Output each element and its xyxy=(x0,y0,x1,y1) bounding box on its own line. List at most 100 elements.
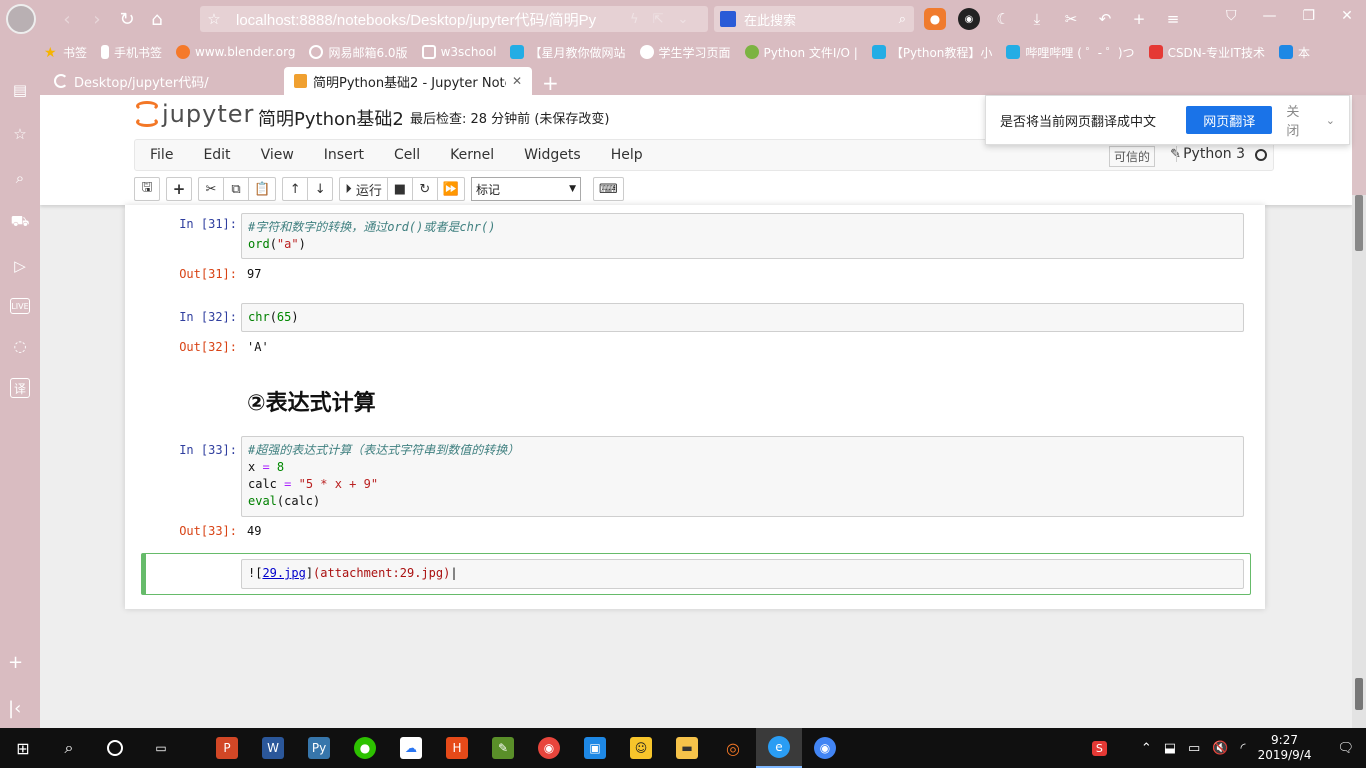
translate-close-button[interactable]: 关闭 xyxy=(1286,101,1311,139)
bookmark-item[interactable]: 【星月教你做网站 xyxy=(510,44,626,61)
battery-icon[interactable]: ▭ xyxy=(1188,741,1200,756)
cell-type-select[interactable]: 标记 ▼ xyxy=(471,177,582,201)
task-view-button[interactable]: ▭ xyxy=(138,728,184,768)
scrollbar-thumb[interactable] xyxy=(1355,678,1363,710)
page-scrollbar[interactable] xyxy=(1352,195,1366,728)
user-avatar[interactable] xyxy=(6,4,36,34)
wifi-icon[interactable]: ◜ xyxy=(1241,741,1246,756)
new-tab-button[interactable]: + xyxy=(532,71,569,95)
menu-view[interactable]: View xyxy=(246,147,309,163)
plus-icon[interactable]: + xyxy=(1128,8,1150,30)
restart-button[interactable]: ↻ xyxy=(411,177,438,201)
notification-icon[interactable]: 🗨 xyxy=(1337,741,1354,756)
search-icon[interactable]: ⌕ xyxy=(8,166,32,190)
active-markdown-cell[interactable]: ![29.jpg](attachment:29.jpg)| xyxy=(141,553,1251,595)
notepad-app[interactable]: ✎ xyxy=(480,728,526,768)
tray-app-icon[interactable]: ⬓ xyxy=(1164,741,1176,756)
minimize-icon[interactable]: — xyxy=(1263,8,1277,24)
paste-button[interactable]: 📋 xyxy=(248,177,277,201)
notes-icon[interactable]: ▤ xyxy=(8,78,32,102)
bookmark-item[interactable]: 【Python教程】小 xyxy=(871,44,992,61)
translate-button[interactable]: 网页翻译 xyxy=(1186,106,1273,134)
move-down-button[interactable]: ↓ xyxy=(307,177,334,201)
markdown-heading[interactable]: ②表达式计算 xyxy=(247,385,376,417)
volume-icon[interactable]: 🔇 xyxy=(1212,741,1228,756)
save-button[interactable]: 🖫 xyxy=(134,177,160,201)
bookmark-item[interactable]: Python 文件I/O | xyxy=(744,44,858,61)
command-palette-button[interactable]: ⌨ xyxy=(593,177,624,201)
chat-icon[interactable]: ◌ xyxy=(8,334,32,358)
tab-close-icon[interactable]: ✕ xyxy=(512,74,522,88)
bookmark-item[interactable]: CSDN-专业IT技术 xyxy=(1148,44,1265,61)
move-up-button[interactable]: ↑ xyxy=(282,177,309,201)
night-mode-icon[interactable]: ☾ xyxy=(992,8,1014,30)
cart-icon[interactable]: ⛟ xyxy=(8,210,32,234)
chevron-down-icon[interactable]: ⌄ xyxy=(1326,114,1335,127)
restore-icon[interactable]: ❐ xyxy=(1303,8,1316,24)
code-input[interactable]: #超强的表达式计算（表达式字符串到数值的转换） x = 8 calc = "5 … xyxy=(241,436,1244,517)
scrollbar-overview[interactable] xyxy=(1355,195,1363,251)
back-button[interactable]: ‹ xyxy=(52,4,82,34)
search-engine-icon[interactable] xyxy=(720,11,736,27)
search-taskbar-button[interactable]: ⌕ xyxy=(46,728,92,768)
menu-edit[interactable]: Edit xyxy=(188,147,245,163)
notebook-name[interactable]: 简明Python基础2 xyxy=(258,105,404,131)
bookmark-item[interactable]: w3school xyxy=(421,45,496,59)
menu-icon[interactable]: ≡ xyxy=(1162,8,1184,30)
baidu-netdisk-app[interactable]: ☁ xyxy=(388,728,434,768)
powerpoint-app[interactable]: P xyxy=(204,728,250,768)
pin-icon[interactable]: ⛉ xyxy=(1226,8,1237,24)
interrupt-button[interactable]: ■ xyxy=(386,177,413,201)
start-button[interactable]: ⊞ xyxy=(0,728,46,768)
scissors-icon[interactable]: ✂ xyxy=(1060,8,1082,30)
code-input[interactable]: #字符和数字的转换，通过ord()或者是chr() ord("a") xyxy=(241,213,1244,259)
insert-cell-button[interactable]: + xyxy=(166,177,192,201)
markdown-editor[interactable]: ![29.jpg](attachment:29.jpg)| xyxy=(241,559,1244,589)
jupyter-app[interactable]: ◎ xyxy=(710,728,756,768)
word-app[interactable]: W xyxy=(250,728,296,768)
menu-kernel[interactable]: Kernel xyxy=(435,147,509,163)
bookmark-item[interactable]: 手机书签 xyxy=(101,44,162,61)
video-icon[interactable]: ▷ xyxy=(8,254,32,278)
bookmark-item[interactable]: 哔哩哔哩 ( ゜- ゜)つ xyxy=(1006,44,1135,61)
collapse-sidebar-icon[interactable]: |‹ xyxy=(8,698,21,719)
menu-help[interactable]: Help xyxy=(596,147,658,163)
cortana-button[interactable] xyxy=(92,728,138,768)
bookmark-item[interactable]: www.blender.org xyxy=(176,45,295,59)
wechat-app[interactable]: ● xyxy=(342,728,388,768)
hbuilder-app[interactable]: H xyxy=(434,728,480,768)
close-icon[interactable]: ✕ xyxy=(1341,8,1353,24)
undo-icon[interactable]: ↶ xyxy=(1094,8,1116,30)
sogou-ime-icon[interactable]: S xyxy=(1091,740,1107,756)
python-app[interactable]: Py xyxy=(296,728,342,768)
trusted-indicator[interactable]: 可信的 xyxy=(1108,146,1155,167)
add-icon[interactable]: + xyxy=(8,652,23,673)
game-icon[interactable]: ● xyxy=(924,8,946,30)
home-button[interactable]: ⌂ xyxy=(142,4,172,34)
menu-file[interactable]: File xyxy=(135,147,188,163)
search-input[interactable]: 在此搜索 xyxy=(744,10,899,29)
clock[interactable]: 9:27 2019/9/4 xyxy=(1258,733,1312,763)
browser-app[interactable]: e xyxy=(756,728,802,768)
reload-button[interactable]: ↻ xyxy=(112,4,142,34)
chevron-down-icon[interactable]: ⌄ xyxy=(677,12,688,27)
attachment-link[interactable]: 29.jpg xyxy=(262,566,305,580)
search-box[interactable]: 在此搜索 ⌕ xyxy=(714,6,914,32)
vm-app[interactable]: ▣ xyxy=(572,728,618,768)
bookmark-item[interactable]: 网易邮箱6.0版 xyxy=(309,44,408,61)
cut-button[interactable]: ✂ xyxy=(198,177,224,201)
tab-directory[interactable]: Desktop/jupyter代码/ xyxy=(44,67,284,95)
run-button[interactable]: ⏵ 运行 xyxy=(339,177,388,201)
favorites-icon[interactable]: ☆ xyxy=(8,122,32,146)
bookmark-item[interactable]: 学生学习页面 xyxy=(639,44,731,61)
tab-notebook[interactable]: 简明Python基础2 - Jupyter Noteb ✕ xyxy=(284,67,532,95)
chrome2-app[interactable]: ◉ xyxy=(802,728,848,768)
qq-app[interactable]: ☺ xyxy=(618,728,664,768)
music-icon[interactable]: ◉ xyxy=(958,8,980,30)
menu-insert[interactable]: Insert xyxy=(309,147,379,163)
bookmark-star-icon[interactable]: ☆ xyxy=(200,10,228,28)
lightning-icon[interactable]: ϟ xyxy=(630,12,639,27)
restart-run-all-button[interactable]: ⏩ xyxy=(436,177,466,201)
bookmark-item[interactable]: ★ 书签 xyxy=(44,44,87,61)
live-icon[interactable]: LIVE xyxy=(10,298,30,314)
